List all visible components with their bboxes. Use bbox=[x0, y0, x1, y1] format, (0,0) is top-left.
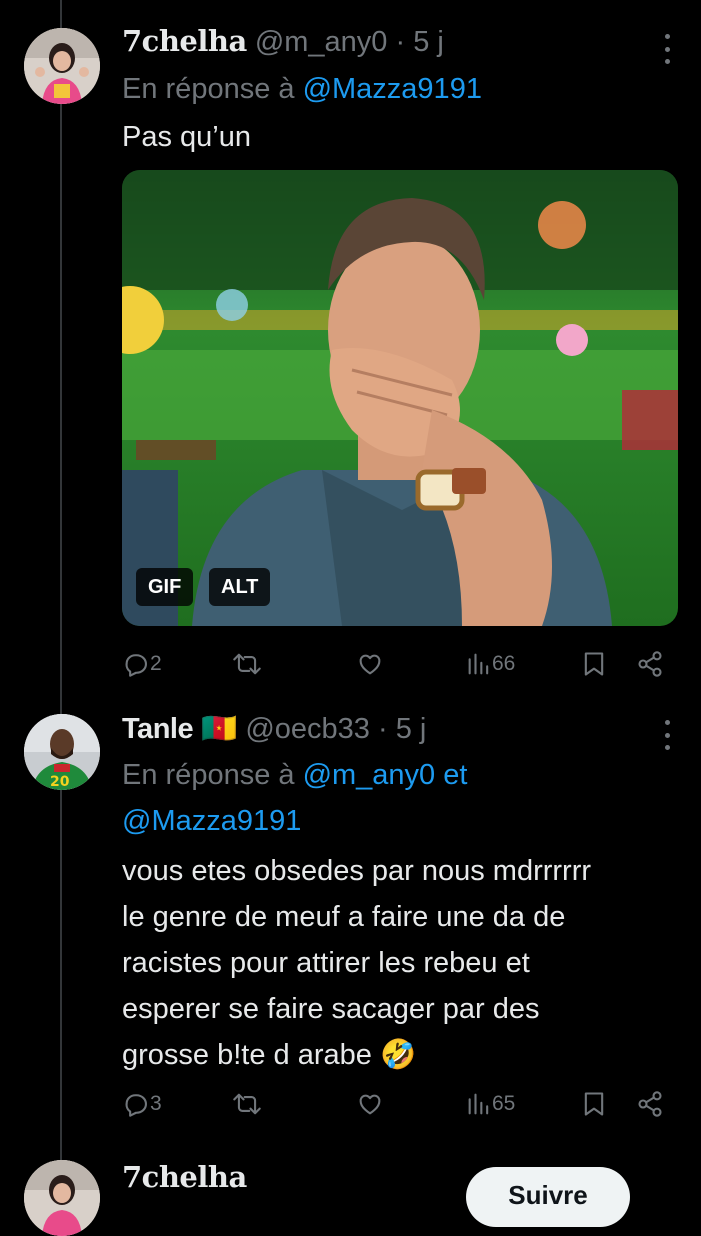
retweet-button[interactable] bbox=[232, 646, 262, 682]
separator: · bbox=[387, 26, 414, 58]
views-icon bbox=[468, 653, 489, 675]
share-button[interactable] bbox=[636, 646, 664, 682]
gif-media[interactable]: GIF ALT bbox=[122, 170, 678, 626]
views-icon bbox=[468, 1093, 489, 1115]
avatar[interactable] bbox=[24, 28, 100, 104]
tweet-2[interactable]: 20 Tanle 🇨🇲 @oecb33 · 5 j En réponse à @… bbox=[0, 700, 701, 1150]
share-icon bbox=[638, 651, 662, 677]
reply-button[interactable]: 2 bbox=[122, 646, 162, 682]
gif-badge[interactable]: GIF bbox=[136, 568, 194, 606]
author-name[interactable]: 7chelha bbox=[122, 24, 247, 58]
timestamp[interactable]: 5 j bbox=[396, 713, 427, 745]
tweet-text: vous etes obsedes par nous mdrrrrrr le g… bbox=[122, 848, 682, 1078]
reply-icon bbox=[125, 1094, 147, 1117]
author-row: 7chelha @m_any0 · 5 j bbox=[122, 24, 444, 59]
views-button[interactable]: 66 bbox=[466, 646, 515, 682]
bookmark-icon bbox=[584, 652, 604, 676]
retweet-icon bbox=[233, 653, 261, 675]
reply-count: 2 bbox=[150, 652, 162, 675]
reply-mention-2[interactable]: @Mazza9191 bbox=[122, 805, 301, 837]
retweet-icon bbox=[233, 1093, 261, 1115]
more-options-icon[interactable] bbox=[661, 720, 673, 750]
reply-context: En réponse à @Mazza9191 bbox=[122, 66, 482, 112]
share-button[interactable] bbox=[636, 1086, 664, 1122]
reply-prefix: En réponse à bbox=[122, 73, 303, 105]
tweet-text: Pas qu’un bbox=[122, 121, 251, 153]
like-button[interactable] bbox=[356, 646, 384, 682]
follow-button[interactable]: Suivre bbox=[466, 1167, 630, 1227]
reply-and: et bbox=[435, 759, 468, 791]
action-bar: 2 66 bbox=[122, 646, 672, 682]
bookmark-button[interactable] bbox=[582, 646, 606, 682]
reply-prefix: En réponse à bbox=[122, 759, 303, 791]
avatar[interactable] bbox=[24, 1160, 100, 1236]
views-count: 66 bbox=[492, 652, 516, 675]
reply-icon bbox=[125, 654, 147, 677]
heart-icon bbox=[359, 1094, 381, 1115]
timestamp[interactable]: 5 j bbox=[413, 26, 444, 58]
tweet-text-line: esperer se faire sacager par des bbox=[122, 993, 540, 1025]
retweet-button[interactable] bbox=[232, 1086, 262, 1122]
tweet-text-line: le genre de meuf a faire une da de bbox=[122, 901, 566, 933]
author-name[interactable]: 7chelha bbox=[122, 1160, 247, 1194]
tweet-1[interactable]: 7chelha @m_any0 · 5 j En réponse à @Mazz… bbox=[0, 0, 701, 700]
author-handle[interactable]: @oecb33 bbox=[245, 713, 370, 745]
author-row: Tanle 🇨🇲 @oecb33 · 5 j bbox=[122, 712, 426, 746]
share-icon bbox=[638, 1091, 662, 1117]
tweet-text-line: racistes pour attirer les rebeu et bbox=[122, 947, 530, 979]
reply-mention[interactable]: @Mazza9191 bbox=[303, 73, 482, 105]
more-options-icon[interactable] bbox=[661, 34, 673, 64]
bookmark-button[interactable] bbox=[582, 1086, 606, 1122]
reply-mention-1[interactable]: @m_any0 bbox=[303, 759, 436, 791]
like-button[interactable] bbox=[356, 1086, 384, 1122]
svg-text:20: 20 bbox=[50, 774, 70, 790]
tweet-text-line: grosse b!te d arabe 🤣 bbox=[122, 1039, 417, 1071]
action-bar: 3 65 bbox=[122, 1086, 672, 1122]
flag-emoji: 🇨🇲 bbox=[201, 713, 238, 745]
heart-icon bbox=[359, 654, 381, 675]
views-count: 65 bbox=[492, 1092, 516, 1115]
avatar[interactable]: 20 bbox=[24, 714, 100, 790]
reply-context: En réponse à @m_any0 et @Mazza9191 bbox=[122, 752, 682, 844]
reply-count: 3 bbox=[150, 1092, 162, 1115]
separator: · bbox=[369, 713, 396, 745]
views-button[interactable]: 65 bbox=[466, 1086, 515, 1122]
tweet-text-line: vous etes obsedes par nous mdrrrrrr bbox=[122, 855, 592, 887]
bookmark-icon bbox=[584, 1092, 604, 1116]
alt-badge[interactable]: ALT bbox=[209, 568, 271, 606]
author-row: 7chelha bbox=[122, 1160, 247, 1195]
reply-button[interactable]: 3 bbox=[122, 1086, 162, 1122]
author-name[interactable]: Tanle bbox=[122, 713, 194, 745]
author-handle[interactable]: @m_any0 bbox=[255, 26, 388, 58]
